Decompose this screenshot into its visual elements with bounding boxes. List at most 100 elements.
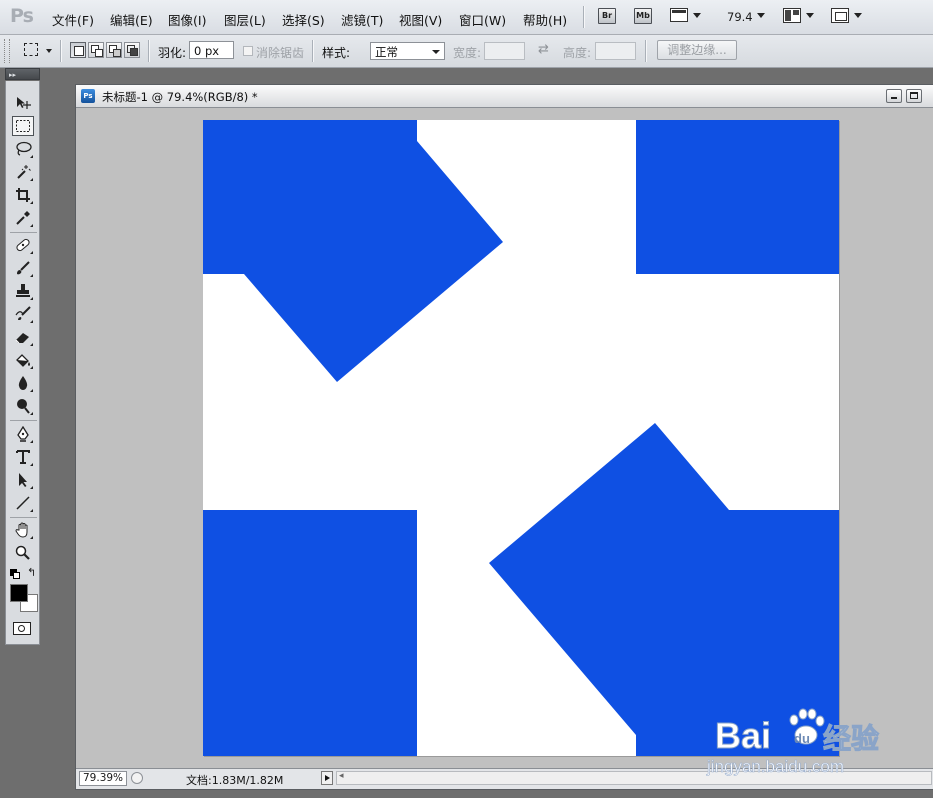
intersect-selection-button[interactable] [124, 42, 140, 58]
status-info-menu-button[interactable] [321, 771, 333, 785]
new-selection-button[interactable] [70, 42, 86, 58]
watermark-suffix: 经验 [823, 722, 879, 755]
chevron-down-icon [432, 50, 440, 54]
menu-filter[interactable]: 滤镜(T) [341, 10, 383, 29]
dodge-tool[interactable] [12, 396, 34, 416]
chevron-down-icon[interactable] [46, 49, 52, 53]
quick-mask-button[interactable] [13, 622, 31, 635]
menu-layer[interactable]: 图层(L) [224, 10, 266, 29]
antialias-label: 消除锯齿 [256, 46, 305, 60]
magic-wand-tool[interactable] [12, 162, 34, 182]
line-tool[interactable] [12, 493, 34, 513]
width-input[interactable] [484, 42, 525, 60]
canvas-artwork [203, 120, 839, 756]
top-right-block-shape [636, 120, 839, 274]
style-select[interactable]: 正常 [370, 42, 445, 60]
zoom-tool[interactable] [12, 543, 34, 563]
swap-colors-icon[interactable]: ↰ [27, 566, 36, 579]
swap-dimensions-icon[interactable]: ⇄ [538, 42, 549, 57]
default-colors-icon[interactable] [10, 569, 20, 579]
document-title: 未标题-1 @ 79.4%(RGB/8) * [102, 90, 258, 104]
watermark-brand-tail: du [794, 731, 810, 746]
scroll-left-icon[interactable]: ◂ [339, 771, 344, 781]
chevron-down-icon[interactable] [757, 13, 765, 18]
refine-edge-button[interactable]: 调整边缘... [657, 40, 737, 60]
toolbox-separator [10, 517, 37, 518]
bridge-button[interactable]: Br [598, 8, 616, 24]
extras-icon[interactable] [670, 8, 688, 22]
pen-tool[interactable] [12, 424, 34, 444]
menu-image[interactable]: 图像(I) [168, 10, 206, 29]
type-tool[interactable] [12, 447, 34, 467]
foreground-color-swatch[interactable] [10, 584, 28, 602]
options-separator [148, 40, 150, 62]
rect-marquee-tool[interactable] [12, 116, 34, 136]
zoom-percentage-field[interactable]: 79.39% [79, 771, 127, 786]
watermark-brand: Bai [715, 715, 771, 756]
paint-bucket-tool[interactable] [12, 350, 34, 370]
document-titlebar[interactable]: Ps 未标题-1 @ 79.4%(RGB/8) * [76, 85, 933, 108]
add-selection-button[interactable] [88, 42, 104, 58]
eraser-tool[interactable] [12, 327, 34, 347]
watermark-url: jingyan.baidu.com [706, 757, 844, 776]
baidu-jingyan-watermark: Bai du 经验 jingyan.baidu.com [705, 690, 905, 790]
menu-help[interactable]: 帮助(H) [523, 10, 567, 29]
lasso-tool[interactable] [12, 139, 34, 159]
photoshop-doc-icon: Ps [81, 89, 95, 103]
document-window: Ps 未标题-1 @ 79.4%(RGB/8) * 79.39% 文档:1.83… [75, 84, 933, 790]
photoshop-logo: Ps [10, 5, 34, 27]
marquee-icon [16, 120, 30, 132]
menu-window[interactable]: 窗口(W) [459, 10, 506, 29]
bottom-left-block-shape [203, 510, 417, 756]
menu-bar: Ps 文件(F) 编辑(E) 图像(I) 图层(L) 选择(S) 滤镜(T) 视… [0, 0, 933, 35]
baidu-logo: Bai du 经验 jingyan.baidu.com [706, 708, 880, 776]
clone-stamp-tool[interactable] [12, 281, 34, 301]
crop-tool[interactable] [12, 185, 34, 205]
arrange-documents-icon[interactable] [783, 8, 801, 23]
feather-label: 羽化: [158, 46, 187, 60]
magnifier-icon [15, 545, 30, 560]
document-canvas[interactable] [203, 120, 839, 756]
path-selection-tool[interactable] [12, 470, 34, 490]
eyedropper-tool[interactable] [12, 208, 34, 228]
width-label: 宽度: [453, 46, 482, 60]
move-tool[interactable] [12, 93, 34, 113]
document-size-info[interactable]: 文档:1.83M/1.82M [186, 772, 283, 788]
toolbox-collapse-bar[interactable]: ▸▸ [5, 68, 40, 80]
brush-tool[interactable] [12, 258, 34, 278]
circle-icon [18, 625, 25, 632]
top-left-arrow-shape [203, 120, 503, 382]
minimize-button[interactable] [886, 89, 902, 103]
chevron-down-icon[interactable] [693, 13, 701, 18]
marquee-preset-icon[interactable] [24, 43, 38, 56]
history-brush-tool[interactable] [12, 304, 34, 324]
menu-edit[interactable]: 编辑(E) [110, 10, 153, 29]
menu-separator [583, 6, 585, 28]
blur-tool[interactable] [12, 373, 34, 393]
subtract-selection-button[interactable] [106, 42, 122, 58]
status-menu-icon[interactable] [131, 772, 143, 784]
options-separator [312, 40, 314, 62]
hand-tool[interactable] [12, 520, 34, 540]
menu-select[interactable]: 选择(S) [282, 10, 325, 29]
chevron-down-icon[interactable] [806, 13, 814, 18]
antialias-checkbox[interactable] [243, 46, 253, 56]
style-label: 样式: [322, 46, 351, 60]
grip-handle[interactable] [4, 39, 10, 63]
options-separator [60, 40, 62, 62]
zoom-level[interactable]: 79.4 [727, 10, 753, 24]
menu-file[interactable]: 文件(F) [52, 10, 94, 29]
options-bar: 羽化: 0 px 消除锯齿 样式: 正常 宽度: ⇄ 高度: 调整边缘... [0, 35, 933, 68]
move-icon [17, 97, 31, 109]
screen-mode-icon[interactable] [831, 8, 849, 23]
toolbox-separator [10, 420, 37, 421]
menu-view[interactable]: 视图(V) [399, 10, 442, 29]
style-select-value: 正常 [375, 45, 398, 59]
height-input[interactable] [595, 42, 636, 60]
healing-brush-tool[interactable] [12, 235, 34, 255]
feather-input[interactable]: 0 px [189, 41, 234, 59]
height-label: 高度: [563, 46, 592, 60]
chevron-down-icon[interactable] [854, 13, 862, 18]
mini-bridge-button[interactable]: Mb [634, 8, 652, 24]
restore-button[interactable] [906, 89, 922, 103]
